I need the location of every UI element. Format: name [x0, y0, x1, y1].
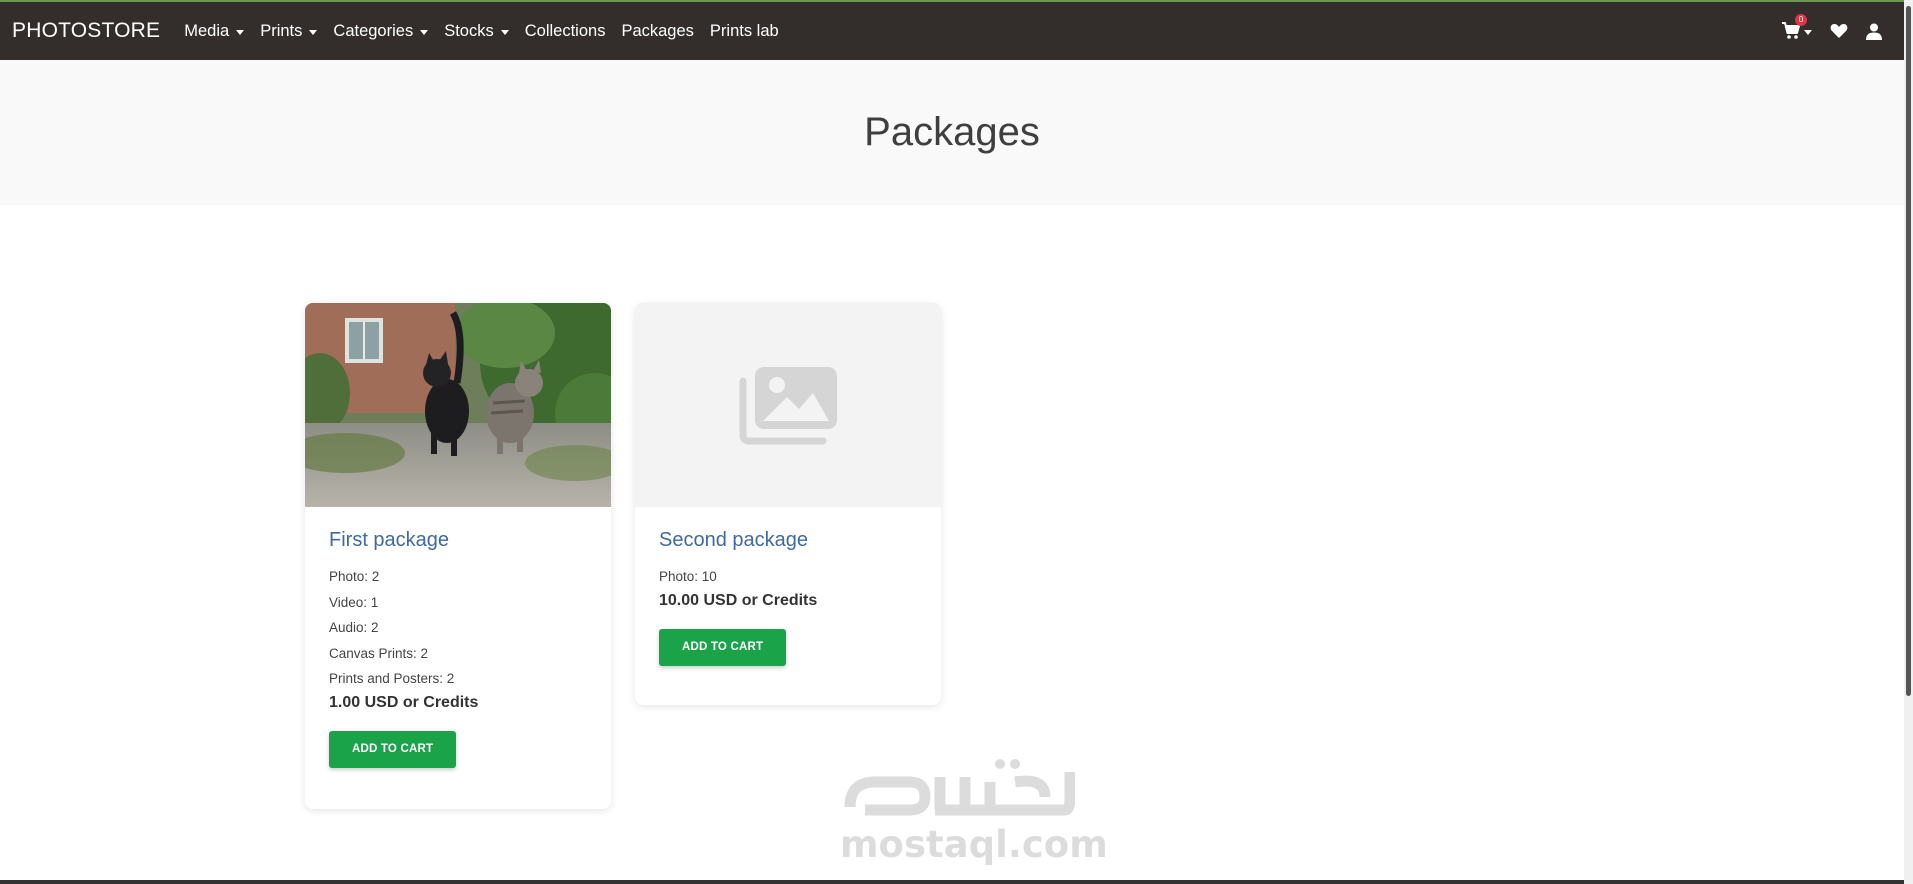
cart-button[interactable]: 0 [1781, 14, 1812, 40]
nav-item-label: Stocks [444, 21, 494, 40]
nav-item-label: Categories [333, 21, 414, 40]
nav-item-stocks[interactable]: Stocks [444, 22, 509, 41]
nav-item-media[interactable]: Media [184, 21, 245, 41]
add-to-cart-button[interactable]: ADD TO CART [329, 730, 457, 768]
nav-item-prints[interactable]: Prints [260, 21, 318, 41]
nav-item-label: Prints [260, 21, 303, 40]
package-card: First package Photo: 2 Video: 1 Audio: 2… [305, 303, 611, 809]
chevron-down-icon [1804, 29, 1812, 35]
account-button[interactable] [1866, 23, 1882, 40]
nav-item-label: Packages [621, 21, 694, 40]
nav-item-label: Collections [524, 21, 606, 40]
package-feature: Photo: 10 [659, 569, 717, 584]
watermark-text: mostaql.com [840, 823, 1108, 866]
package-image[interactable] [305, 303, 611, 507]
package-feature: Prints and Posters: 2 [329, 671, 455, 686]
scrollbar-thumb[interactable] [1906, 6, 1911, 696]
nav-item-packages[interactable]: Packages [621, 22, 693, 41]
package-feature: Photo: 2 [329, 569, 380, 584]
package-feature: Video: 1 [329, 594, 379, 610]
chevron-down-icon [309, 29, 318, 35]
nav-item-prints-lab[interactable]: Prints lab [710, 22, 779, 41]
watermark: mostaql.com [840, 752, 1108, 872]
watermark-logo [844, 759, 1076, 816]
user-icon [1866, 23, 1882, 40]
package-feature: Audio: 2 [329, 620, 379, 635]
package-title[interactable]: Second package [659, 529, 917, 552]
chevron-down-icon [420, 29, 429, 35]
package-card: Second package Photo: 10 10.00 USD or Cr… [635, 303, 941, 705]
cart-count-badge: 0 [1795, 14, 1807, 26]
package-price: 10.00 USD or Credits [659, 591, 818, 609]
placeholder-image-icon [739, 367, 837, 445]
heart-icon [1830, 24, 1848, 38]
top-navbar: PHOTOSTORE Media Prints Categories Stock… [0, 2, 1904, 60]
add-to-cart-button[interactable]: ADD TO CART [659, 628, 787, 666]
wishlist-button[interactable] [1830, 23, 1848, 39]
page-header: Packages [0, 60, 1904, 205]
card-body: Second package Photo: 10 10.00 USD or Cr… [635, 507, 941, 666]
page-scrollbar[interactable] [1904, 0, 1913, 884]
nav-item-collections[interactable]: Collections [525, 22, 606, 41]
card-body: First package Photo: 2 Video: 1 Audio: 2… [305, 507, 611, 768]
nav-item-categories[interactable]: Categories [333, 21, 429, 41]
chevron-down-icon [236, 29, 245, 35]
nav-item-label: Media [184, 21, 230, 40]
brand-logo[interactable]: PHOTOSTORE [12, 19, 160, 43]
nav-item-label: Prints lab [709, 21, 779, 40]
package-feature: Canvas Prints: 2 [329, 645, 429, 661]
footer-edge [0, 880, 1904, 884]
package-price: 1.00 USD or Credits [329, 693, 479, 711]
chevron-down-icon [500, 29, 509, 35]
page-title: Packages [864, 110, 1040, 154]
package-image[interactable] [635, 303, 941, 507]
nav-right-icons: 0 [1781, 2, 1882, 60]
package-title[interactable]: First package [329, 529, 587, 552]
